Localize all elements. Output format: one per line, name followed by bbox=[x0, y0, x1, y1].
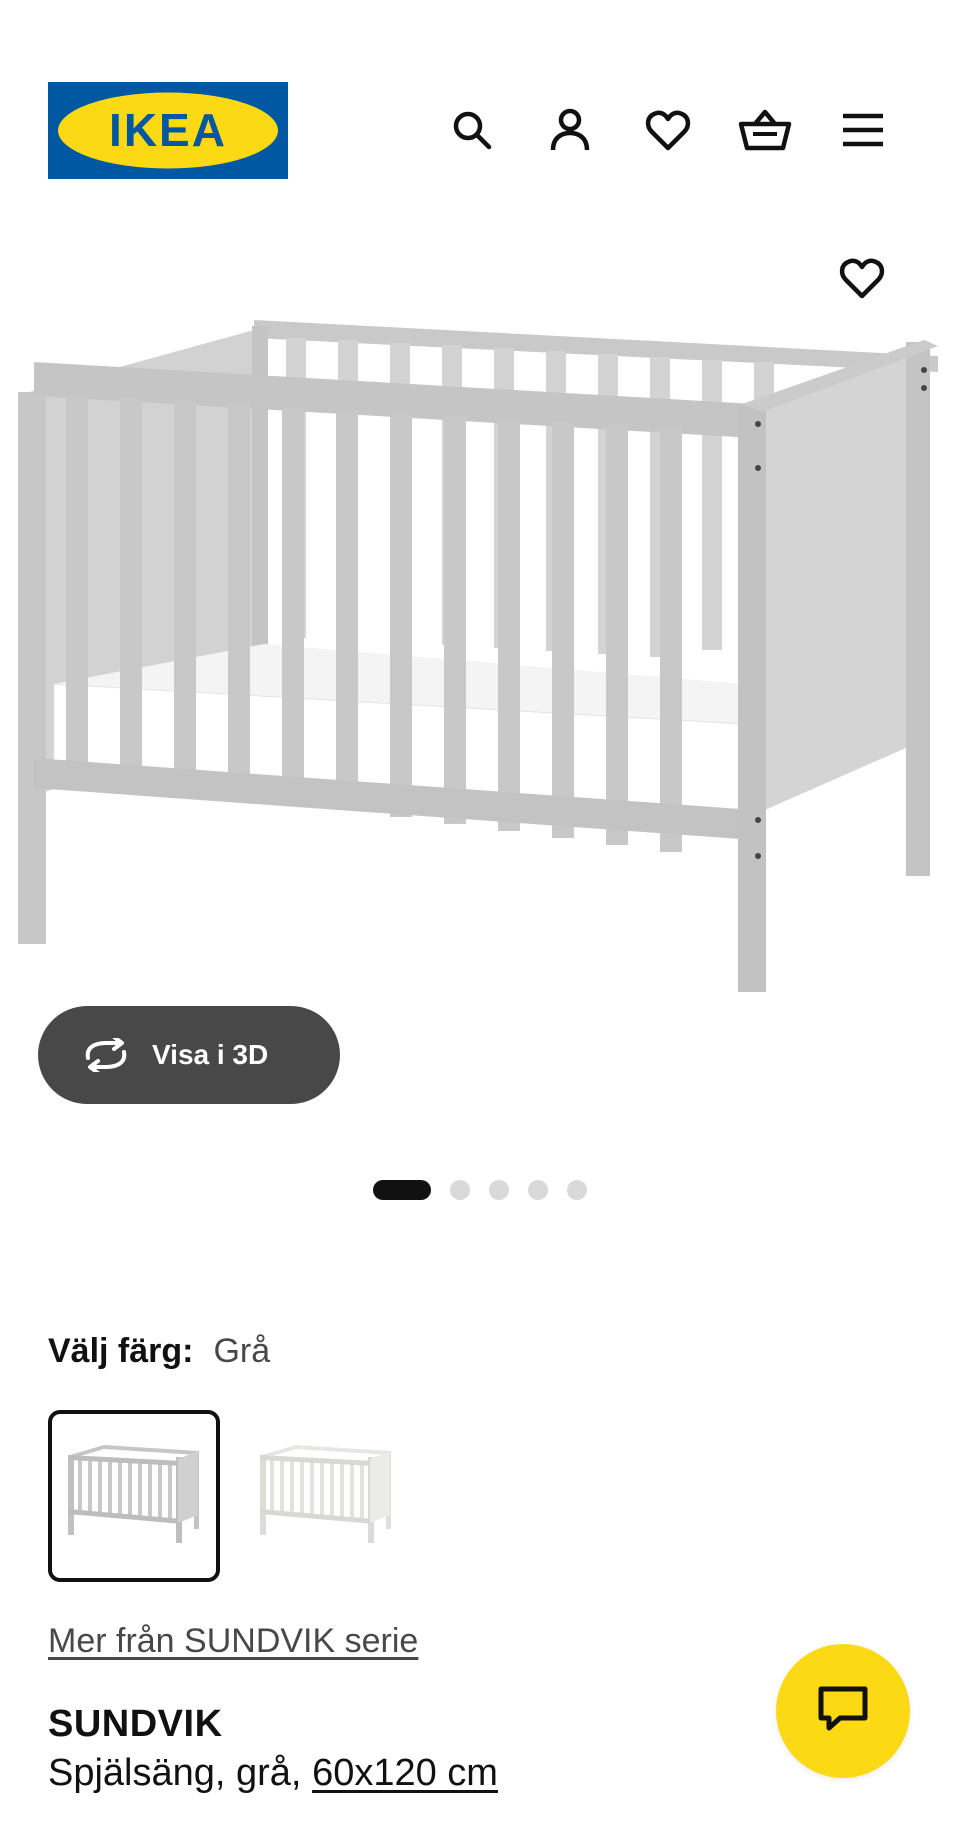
view-3d-button[interactable]: Visa i 3D bbox=[38, 1006, 340, 1104]
chat-button[interactable] bbox=[776, 1644, 910, 1778]
pagination-dot[interactable] bbox=[489, 1180, 509, 1200]
color-swatches bbox=[48, 1410, 432, 1582]
view-3d-label: Visa i 3D bbox=[152, 1039, 269, 1070]
color-selector-header: Välj färg: Grå bbox=[48, 1332, 270, 1371]
product-name: SUNDVIK bbox=[48, 1703, 223, 1745]
favorite-product-heart-icon[interactable] bbox=[832, 248, 892, 308]
product-type: Spjälsäng, grå, bbox=[48, 1752, 302, 1794]
swatch-gray-selected[interactable] bbox=[48, 1410, 220, 1582]
pagination-dot[interactable] bbox=[450, 1180, 470, 1200]
color-label: Välj färg: bbox=[48, 1332, 194, 1370]
pagination-dot[interactable] bbox=[567, 1180, 587, 1200]
pagination-dot-active[interactable] bbox=[373, 1180, 431, 1200]
chat-icon bbox=[816, 1684, 870, 1739]
user-icon[interactable] bbox=[540, 100, 600, 160]
pagination-dot[interactable] bbox=[528, 1180, 548, 1200]
search-icon[interactable] bbox=[442, 100, 502, 160]
product-image-crib[interactable] bbox=[14, 300, 946, 1020]
color-value: Grå bbox=[213, 1332, 271, 1370]
swatch-white[interactable] bbox=[240, 1410, 412, 1582]
svg-text:IKEA: IKEA bbox=[109, 104, 227, 156]
basket-icon[interactable] bbox=[735, 100, 795, 160]
ikea-logo[interactable]: IKEA bbox=[48, 82, 288, 179]
heart-icon[interactable] bbox=[638, 100, 698, 160]
series-link[interactable]: Mer från SUNDVIK serie bbox=[48, 1622, 418, 1661]
menu-icon[interactable] bbox=[833, 100, 893, 160]
rotate-icon bbox=[80, 1037, 132, 1073]
product-size-link[interactable]: 60x120 cm bbox=[312, 1752, 498, 1794]
header: IKEA bbox=[0, 0, 960, 200]
gallery-pagination bbox=[373, 1180, 587, 1200]
product-description: Spjälsäng, grå, 60x120 cm bbox=[48, 1752, 498, 1795]
